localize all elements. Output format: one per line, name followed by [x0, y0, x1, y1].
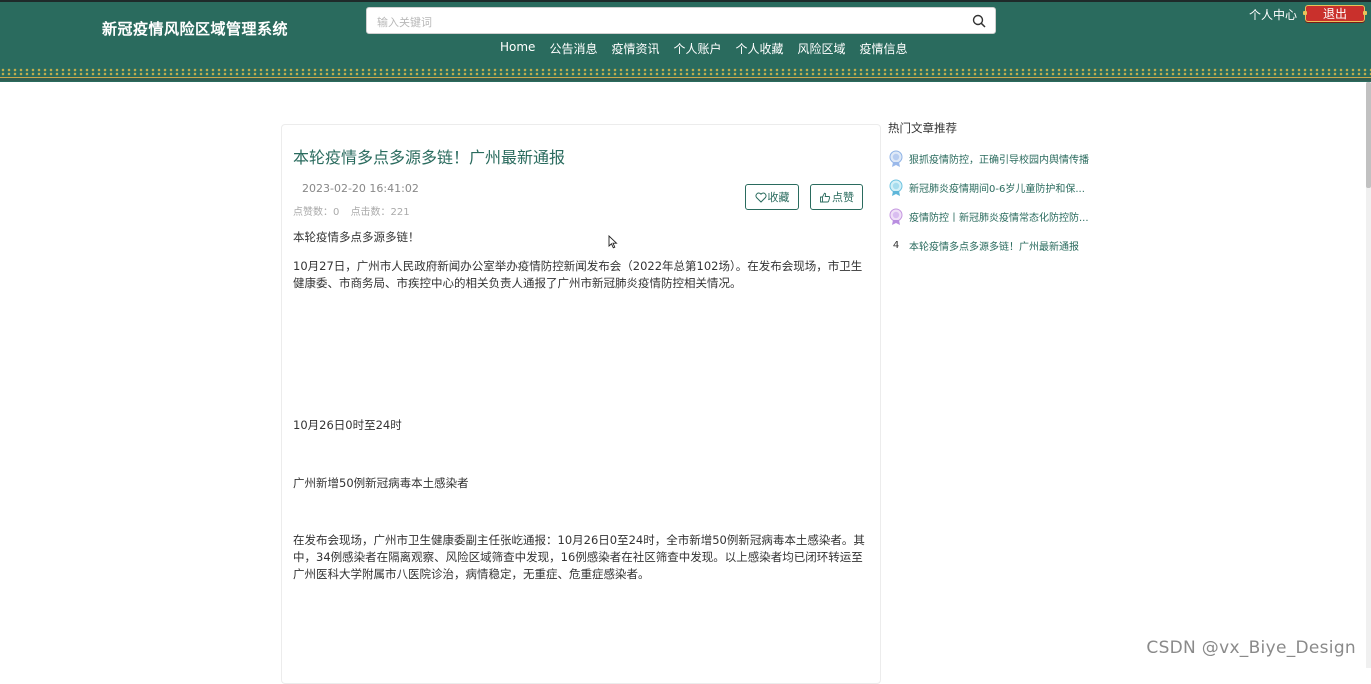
- click-count: 点击数：221: [350, 207, 410, 218]
- search-box[interactable]: [366, 7, 996, 34]
- article-paragraph: 本轮疫情多点多源多链！: [293, 230, 420, 244]
- search-input[interactable]: [375, 12, 964, 32]
- hot-article-item[interactable]: 新冠肺炎疫情期间0-6岁儿童防护和保...: [888, 177, 1098, 197]
- favorite-button[interactable]: 收藏: [745, 184, 799, 210]
- article-date: 2023-02-20 16:41:02: [302, 182, 419, 195]
- hot-articles-title: 热门文章推荐: [888, 121, 957, 135]
- nav-epidemic-info[interactable]: 疫情信息: [860, 40, 908, 58]
- heart-icon: [755, 192, 766, 203]
- hot-article-title[interactable]: 本轮疫情多点多源多链！广州最新通报: [909, 238, 1094, 253]
- hot-article-item[interactable]: 狠抓疫情防控，正确引导校园内舆情传播: [888, 148, 1098, 168]
- mouse-cursor-icon: [608, 235, 618, 249]
- nav-home[interactable]: Home: [500, 40, 535, 58]
- like-label: 点赞: [832, 191, 854, 204]
- hot-article-item[interactable]: 4 本轮疫情多点多源多链！广州最新通报: [888, 235, 1098, 255]
- nav-epidemic-news[interactable]: 疫情资讯: [611, 40, 659, 58]
- header-divider: [0, 77, 1371, 81]
- medal-icon: [889, 208, 903, 225]
- medal-icon: [889, 179, 903, 196]
- article-paragraph: 广州新增50例新冠病毒本土感染者: [293, 476, 469, 490]
- scrollbar-thumb[interactable]: [1366, 82, 1371, 188]
- hot-article-title[interactable]: 新冠肺炎疫情期间0-6岁儿童防护和保...: [909, 180, 1094, 195]
- nav-personal-account[interactable]: 个人账户: [673, 40, 721, 58]
- thumbs-up-icon: [820, 192, 831, 202]
- article-paragraph: 10月27日，广州市人民政府新闻办公室举办疫情防控新闻发布会（2022年总第10…: [293, 259, 863, 290]
- article-title: 本轮疫情多点多源多链！广州最新通报: [293, 148, 566, 167]
- favorite-label: 收藏: [767, 191, 790, 204]
- medal-icon: [889, 150, 903, 167]
- main-nav: Home 公告消息 疫情资讯 个人账户 个人收藏 风险区域 疫情信息: [500, 40, 922, 58]
- like-button[interactable]: 点赞: [810, 184, 863, 210]
- like-count: 点赞数：0: [293, 207, 340, 218]
- hot-article-title[interactable]: 疫情防控丨新冠肺炎疫情常态化防控防...: [909, 209, 1094, 224]
- rank-number: 4: [892, 239, 900, 251]
- user-center-link[interactable]: 个人中心: [1249, 6, 1297, 23]
- hot-article-item[interactable]: 疫情防控丨新冠肺炎疫情常态化防控防...: [888, 206, 1098, 226]
- nav-risk-areas[interactable]: 风险区域: [798, 40, 846, 58]
- article-stats: 点赞数：0 点击数：221: [293, 203, 418, 218]
- hot-article-title[interactable]: 狠抓疫情防控，正确引导校园内舆情传播: [909, 151, 1094, 166]
- article-paragraph: 10月26日0时至24时: [293, 418, 402, 432]
- nav-announcements[interactable]: 公告消息: [549, 40, 597, 58]
- article-card: 本轮疫情多点多源多链！广州最新通报 2023-02-20 16:41:02 点赞…: [281, 124, 881, 684]
- site-title[interactable]: 新冠疫情风险区域管理系统: [102, 18, 288, 39]
- header-decoration: [0, 68, 1371, 76]
- header-bar: 新冠疫情风险区域管理系统 Home 公告消息 疫情资讯 个人账户 个人收藏 风险…: [0, 0, 1371, 82]
- article-paragraph: 在发布会现场，广州市卫生健康委副主任张屹通报：10月26日0至24时，全市新增5…: [293, 533, 865, 581]
- watermark-text: CSDN @vx_Biye_Design: [1146, 638, 1356, 658]
- nav-my-favorites[interactable]: 个人收藏: [735, 40, 783, 58]
- logout-button[interactable]: 退出: [1303, 5, 1367, 22]
- search-icon[interactable]: [971, 13, 987, 29]
